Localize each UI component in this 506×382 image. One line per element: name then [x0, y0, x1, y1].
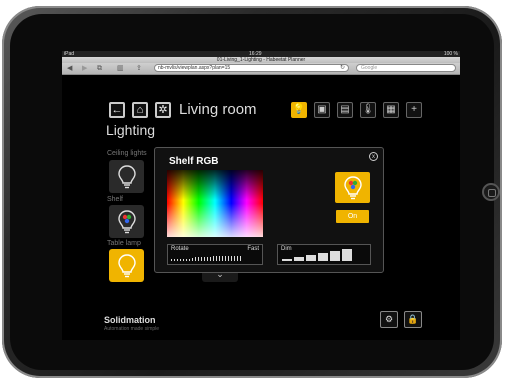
section-title: Lighting: [106, 122, 156, 138]
carrier-label: iPad: [64, 51, 75, 57]
bulb-icon: [118, 254, 136, 278]
bulb-icon: [118, 165, 136, 189]
tabs-icon[interactable]: ⧉: [97, 64, 102, 73]
search-input[interactable]: Google: [356, 64, 456, 72]
fast-label: Fast: [247, 246, 259, 252]
brand-logo: Solidmation: [104, 315, 156, 325]
share-icon[interactable]: ⇪: [136, 64, 142, 73]
color-spectrum-picker[interactable]: [167, 170, 263, 237]
device-shelf[interactable]: [109, 205, 144, 238]
screen: iPad 16:29 100 % 01-Living_1-Lighting - …: [62, 51, 460, 340]
popup-title: Shelf RGB: [169, 156, 219, 167]
rotate-ticks: [171, 256, 241, 261]
device-label-ceiling: Ceiling lights: [107, 150, 147, 157]
media-icon[interactable]: ▦: [383, 102, 399, 118]
bookmarks-icon[interactable]: ▥: [117, 64, 124, 73]
rotate-label: Rotate: [171, 246, 189, 252]
climate-icon[interactable]: ▣: [314, 102, 330, 118]
back-icon[interactable]: ◀: [67, 64, 72, 73]
browser-toolbar: ◀ ▶ ⧉ ▥ ⇪ nb-mvlis/viewplan.aspx?plan=15…: [62, 63, 460, 75]
curtains-icon[interactable]: ▤: [337, 102, 353, 118]
lock-icon[interactable]: 🔒: [404, 311, 422, 328]
temperature-icon[interactable]: 🌡: [360, 102, 376, 118]
status-bar: iPad 16:29 100 %: [62, 51, 460, 57]
rgb-bulb-icon: [118, 210, 136, 234]
reload-icon[interactable]: ↻: [340, 64, 345, 73]
home-nav-button[interactable]: ⌂: [132, 102, 148, 118]
on-button[interactable]: On: [336, 210, 369, 223]
forward-icon[interactable]: ▶: [82, 64, 87, 73]
clock: 16:29: [249, 51, 262, 57]
battery-label: 100 %: [443, 51, 458, 57]
close-button[interactable]: x: [369, 152, 378, 161]
rgb-popup: Shelf RGB x Rotate Fast Dim On: [154, 147, 384, 273]
planner-app: ← ⌂ ✲ Living room 💡 ▣ ▤ 🌡 ▦ + Lighting C…: [62, 75, 460, 340]
device-label-shelf: Shelf: [107, 196, 123, 203]
device-ceiling-lights[interactable]: [109, 160, 144, 193]
dim-slider[interactable]: Dim: [277, 244, 371, 265]
rotate-slider[interactable]: Rotate Fast: [167, 244, 263, 265]
rgb-bulb-icon: [344, 176, 362, 200]
brand-tagline: Automation made simple: [104, 326, 160, 332]
device-table-lamp[interactable]: [109, 249, 144, 282]
settings-icon[interactable]: ⚙: [380, 311, 398, 328]
rgb-bulb-tile[interactable]: [335, 172, 370, 203]
room-title: Living room: [179, 101, 257, 118]
device-label-table-lamp: Table lamp: [107, 240, 141, 247]
add-icon[interactable]: +: [406, 102, 422, 118]
lighting-icon[interactable]: 💡: [291, 102, 307, 118]
url-input[interactable]: nb-mvlis/viewplan.aspx?plan=15: [154, 64, 349, 72]
dim-bars: [282, 249, 352, 261]
back-button[interactable]: ←: [109, 102, 125, 118]
home-button[interactable]: [482, 183, 500, 201]
scenes-button[interactable]: ✲: [155, 102, 171, 118]
